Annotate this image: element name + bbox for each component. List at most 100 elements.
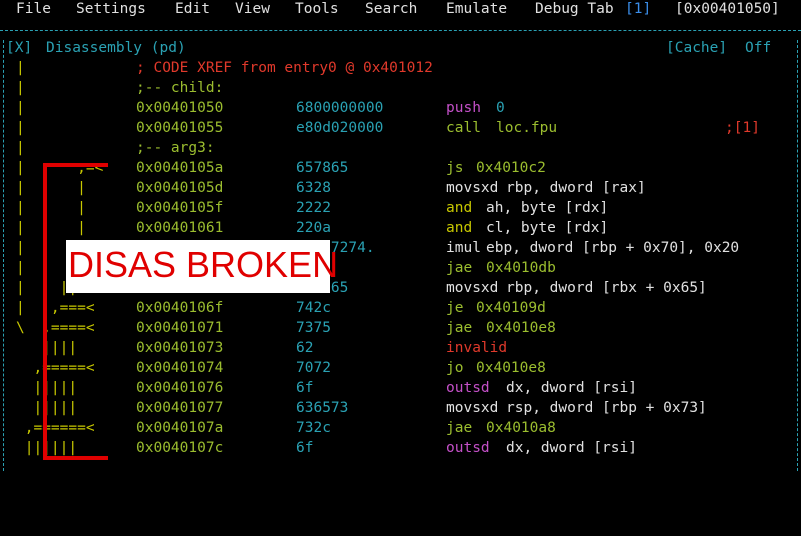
- mnemonic: jae: [446, 420, 473, 436]
- mnemonic: jo: [446, 360, 464, 376]
- operands: 0x4010e8: [476, 360, 546, 376]
- menu-settings[interactable]: Settings: [76, 1, 146, 17]
- opcode-bytes: 742c: [296, 300, 331, 316]
- label-comment: ;-- child:: [136, 80, 224, 96]
- mnemonic: imul: [446, 240, 481, 256]
- arrow-graph: | |: [16, 220, 86, 236]
- mnemonic: movsxd: [446, 180, 499, 196]
- mnemonic: and: [446, 220, 473, 236]
- address: 0x00401076: [136, 380, 224, 396]
- operands: rbp, dword [rax]: [506, 180, 646, 196]
- address: 0x00401073: [136, 340, 224, 356]
- disasm-row[interactable]: |||||| 0x0040107c 6f outsd dx, dword [rs…: [0, 440, 801, 460]
- operands: dx, dword [rsi]: [506, 380, 637, 396]
- arrow-graph: | |: [16, 180, 86, 196]
- opcode-bytes: 732c: [296, 420, 331, 436]
- disasm-row[interactable]: | | 0x00401061 220a and cl, byte [rdx]: [0, 220, 801, 240]
- menu-emulate[interactable]: Emulate: [446, 1, 507, 17]
- cache-state[interactable]: Off: [745, 40, 771, 56]
- disasm-row[interactable]: ||||| 0x00401076 6f outsd dx, dword [rsi…: [0, 380, 801, 400]
- current-address: [0x00401050]: [675, 1, 780, 17]
- menu-search[interactable]: Search: [365, 1, 417, 17]
- arrow-graph: ,======<: [16, 420, 95, 436]
- menu-view[interactable]: View: [235, 1, 270, 17]
- address: 0x00401061: [136, 220, 224, 236]
- disasm-row[interactable]: | | 0x0040105d 6328 movsxd rbp, dword [r…: [0, 180, 801, 200]
- menu-file[interactable]: File: [16, 1, 51, 17]
- mnemonic: and: [446, 200, 473, 216]
- mnemonic: js: [446, 160, 464, 176]
- disasm-row[interactable]: ||||| 0x00401077 636573 movsxd rsp, dwor…: [0, 400, 801, 420]
- arrow-graph: |: [16, 240, 25, 256]
- disasm-row[interactable]: | 0x00401055 e80d020000 call loc.fpu ;[1…: [0, 120, 801, 140]
- mnemonic: invalid: [446, 340, 508, 356]
- disasm-row[interactable]: ,======< 0x0040107a 732c jae 0x4010a8: [0, 420, 801, 440]
- panel-title: Disassembly (pd): [46, 40, 186, 56]
- arrow-graph: \ ,====<: [16, 320, 95, 336]
- address: 0x00401074: [136, 360, 224, 376]
- operands: dx, dword [rsi]: [506, 440, 637, 456]
- arrow-graph: | ,===<: [16, 300, 95, 316]
- address: 0x0040107c: [136, 440, 224, 456]
- opcode-bytes: 7375: [296, 320, 331, 336]
- menu-tools[interactable]: Tools: [295, 1, 339, 17]
- mnemonic: movsxd: [446, 400, 499, 416]
- address: 0x00401050: [136, 100, 224, 116]
- disasm-row[interactable]: | | 0x0040105f 2222 and ah, byte [rdx]: [0, 200, 801, 220]
- operands: 0x40109d: [476, 300, 546, 316]
- menu-debug-tab[interactable]: Debug Tab: [535, 1, 614, 17]
- mnemonic: outsd: [446, 440, 490, 456]
- operands: 0: [496, 100, 505, 116]
- call-ref-comment: ;[1]: [725, 120, 760, 136]
- annotation-bracket-bottom: [43, 456, 108, 460]
- cache-toggle[interactable]: [Cache]: [666, 40, 727, 56]
- disasm-row[interactable]: | ,=< 0x0040105a 657865 js 0x4010c2: [0, 160, 801, 180]
- address: 0x00401055: [136, 120, 224, 136]
- arrow-graph: |: [16, 100, 25, 116]
- operands: rbp, dword [rbx + 0x65]: [506, 280, 707, 296]
- opcode-bytes: 6328: [296, 180, 331, 196]
- disasm-row[interactable]: ,=====< 0x00401074 7072 jo 0x4010e8: [0, 360, 801, 380]
- mnemonic: movsxd: [446, 280, 499, 296]
- label-comment: ;-- arg3:: [136, 140, 215, 156]
- disasm-row[interactable]: |||| 0x00401073 62 invalid: [0, 340, 801, 360]
- annotation-bracket-vertical: [43, 165, 47, 459]
- opcode-bytes: 657865: [296, 160, 349, 176]
- opcode-bytes: 6f: [296, 440, 314, 456]
- mnemonic: outsd: [446, 380, 490, 396]
- arrow-graph: |: [16, 260, 25, 276]
- mnemonic: call: [446, 120, 481, 136]
- menu-bar: File Settings Edit View Tools Search Emu…: [0, 0, 801, 22]
- opcode-bytes: 62: [296, 340, 314, 356]
- arrow-graph: |: [16, 140, 25, 156]
- annotation-bracket-top: [43, 163, 108, 167]
- operands: cl, byte [rdx]: [486, 220, 609, 236]
- address: 0x00401071: [136, 320, 224, 336]
- address: 0x00401077: [136, 400, 224, 416]
- opcode-bytes: 6800000000: [296, 100, 384, 116]
- mnemonic: jae: [446, 260, 473, 276]
- address: 0x0040105d: [136, 180, 224, 196]
- menu-edit[interactable]: Edit: [175, 1, 210, 17]
- xref-comment: ; CODE XREF from entry0 @ 0x401012: [136, 60, 433, 76]
- disasm-row[interactable]: \ ,====< 0x00401071 7375 jae 0x4010e8: [0, 320, 801, 340]
- opcode-bytes: 7072: [296, 360, 331, 376]
- menu-separator: [0, 30, 801, 31]
- disasm-row[interactable]: | ,===< 0x0040106f 742c je 0x40109d: [0, 300, 801, 320]
- operands: 0x4010a8: [486, 420, 556, 436]
- disasm-row[interactable]: | ;-- child:: [0, 80, 801, 100]
- operands: 0x4010e8: [486, 320, 556, 336]
- disasm-row[interactable]: | ; CODE XREF from entry0 @ 0x401012: [0, 60, 801, 80]
- mnemonic: push: [446, 100, 481, 116]
- operands: rsp, dword [rbp + 0x73]: [506, 400, 707, 416]
- operands: ah, byte [rdx]: [486, 200, 609, 216]
- disasm-row[interactable]: | 0x00401050 6800000000 push 0: [0, 100, 801, 120]
- panel-close-button[interactable]: [X]: [6, 40, 32, 56]
- arrow-graph: |: [16, 80, 25, 96]
- opcode-bytes: e80d020000: [296, 120, 384, 136]
- seek-index: [1]: [625, 1, 652, 17]
- annotation-label: DISAS BROKEN: [68, 244, 339, 285]
- arrow-graph: ,=====<: [16, 360, 95, 376]
- operands: loc.fpu: [496, 120, 558, 136]
- disasm-row[interactable]: | ;-- arg3:: [0, 140, 801, 160]
